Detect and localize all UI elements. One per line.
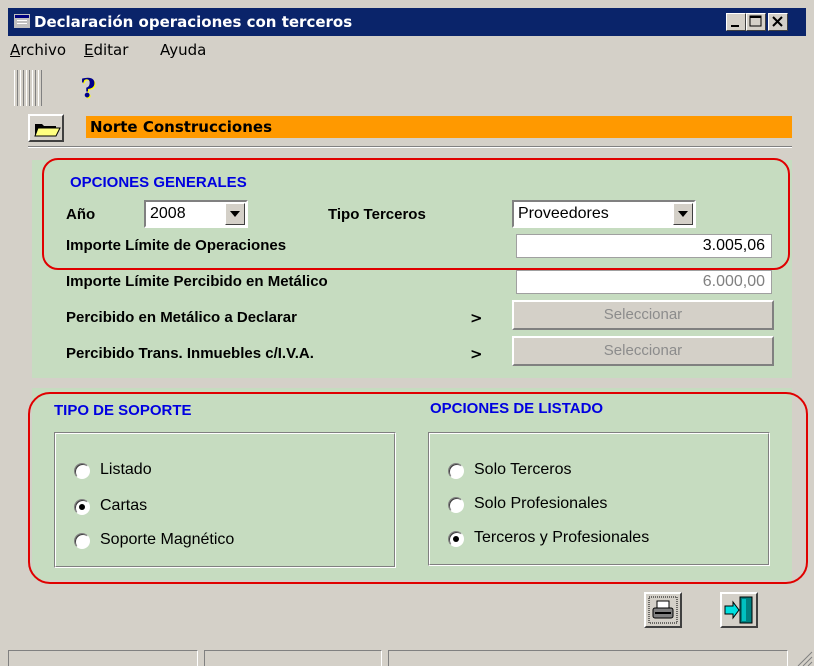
toolbar-grip[interactable] — [32, 70, 36, 106]
year-select[interactable]: 2008 — [144, 200, 248, 228]
radio-label: Solo Profesionales — [474, 495, 608, 512]
importe-metalico-input[interactable]: 6.000,00 — [516, 270, 772, 294]
exit-door-icon — [724, 596, 753, 624]
toolbar-grip[interactable] — [26, 70, 30, 106]
radio-label: Terceros y Profesionales — [474, 529, 650, 546]
importe-limite-label: Importe Límite de Operaciones — [66, 237, 287, 254]
importe-limite-input[interactable]: 3.005,06 — [516, 234, 772, 258]
radio-button[interactable] — [448, 463, 464, 479]
status-panel — [388, 650, 788, 666]
maximize-button[interactable] — [746, 13, 766, 31]
radio-button[interactable] — [74, 499, 90, 515]
printer-icon — [648, 596, 678, 624]
open-company-button[interactable] — [28, 114, 64, 142]
print-button[interactable] — [644, 592, 682, 628]
menu-editar[interactable]: Editar — [84, 41, 128, 59]
exit-button[interactable] — [720, 592, 758, 628]
radio-label: Soporte Magnético — [100, 531, 235, 548]
toolbar-grip[interactable] — [20, 70, 24, 106]
radio-button[interactable] — [74, 463, 90, 479]
status-panel — [8, 650, 198, 666]
status-panel — [204, 650, 382, 666]
radio-label: Cartas — [100, 497, 148, 514]
window-title: Declaración operaciones con terceros — [34, 13, 353, 31]
year-label: Año — [66, 206, 96, 223]
inmuebles-arrow: > — [470, 345, 483, 363]
tipo-terceros-select[interactable]: Proveedores — [512, 200, 696, 228]
tipo-soporte-heading: TIPO DE SOPORTE — [54, 402, 192, 419]
inmuebles-select-button[interactable]: Seleccionar — [512, 336, 774, 366]
resize-grip-icon[interactable] — [792, 650, 814, 666]
importe-metalico-label: Importe Límite Percibido en Metálico — [66, 273, 328, 290]
close-button[interactable] — [768, 13, 788, 31]
menu-ayuda[interactable]: Ayuda — [160, 41, 206, 59]
percibido-select-button[interactable]: Seleccionar — [512, 300, 774, 330]
radio-label: Listado — [100, 461, 152, 478]
year-select-value: 2008 — [150, 205, 186, 222]
percibido-label: Percibido en Metálico a Declarar — [66, 309, 297, 326]
radio-label: Solo Terceros — [474, 461, 572, 478]
close-icon — [772, 16, 783, 27]
radio-button[interactable] — [448, 531, 464, 547]
toolbar-grip[interactable] — [38, 70, 42, 106]
folder-icon — [34, 124, 61, 137]
menu-bar: Archivo Editar Ayuda — [8, 38, 806, 62]
minimize-button[interactable] — [726, 13, 746, 31]
help-icon[interactable]: ? — [76, 74, 100, 104]
toolbar-grip[interactable] — [14, 70, 18, 106]
company-name: Norte Construcciones — [86, 116, 792, 138]
minimize-icon — [731, 25, 739, 27]
percibido-arrow: > — [470, 309, 483, 327]
tipo-terceros-value: Proveedores — [518, 205, 609, 222]
chevron-down-icon[interactable] — [225, 203, 245, 225]
radio-button[interactable] — [448, 497, 464, 513]
opciones-listado-heading: OPCIONES DE LISTADO — [430, 400, 604, 417]
divider — [28, 146, 792, 148]
maximize-icon — [749, 15, 762, 27]
toolbar: ? — [8, 64, 806, 110]
general-options-heading: OPCIONES GENERALES — [70, 174, 247, 191]
tipo-terceros-label: Tipo Terceros — [328, 206, 426, 223]
chevron-down-icon[interactable] — [673, 203, 693, 225]
title-bar[interactable]: Declaración operaciones con terceros — [8, 8, 806, 36]
radio-button[interactable] — [74, 533, 90, 549]
app-icon — [14, 14, 30, 28]
inmuebles-label: Percibido Trans. Inmuebles c/I.V.A. — [66, 345, 314, 362]
application-window: Declaración operaciones con terceros Arc… — [0, 0, 814, 666]
menu-archivo[interactable]: Archivo — [10, 41, 66, 59]
